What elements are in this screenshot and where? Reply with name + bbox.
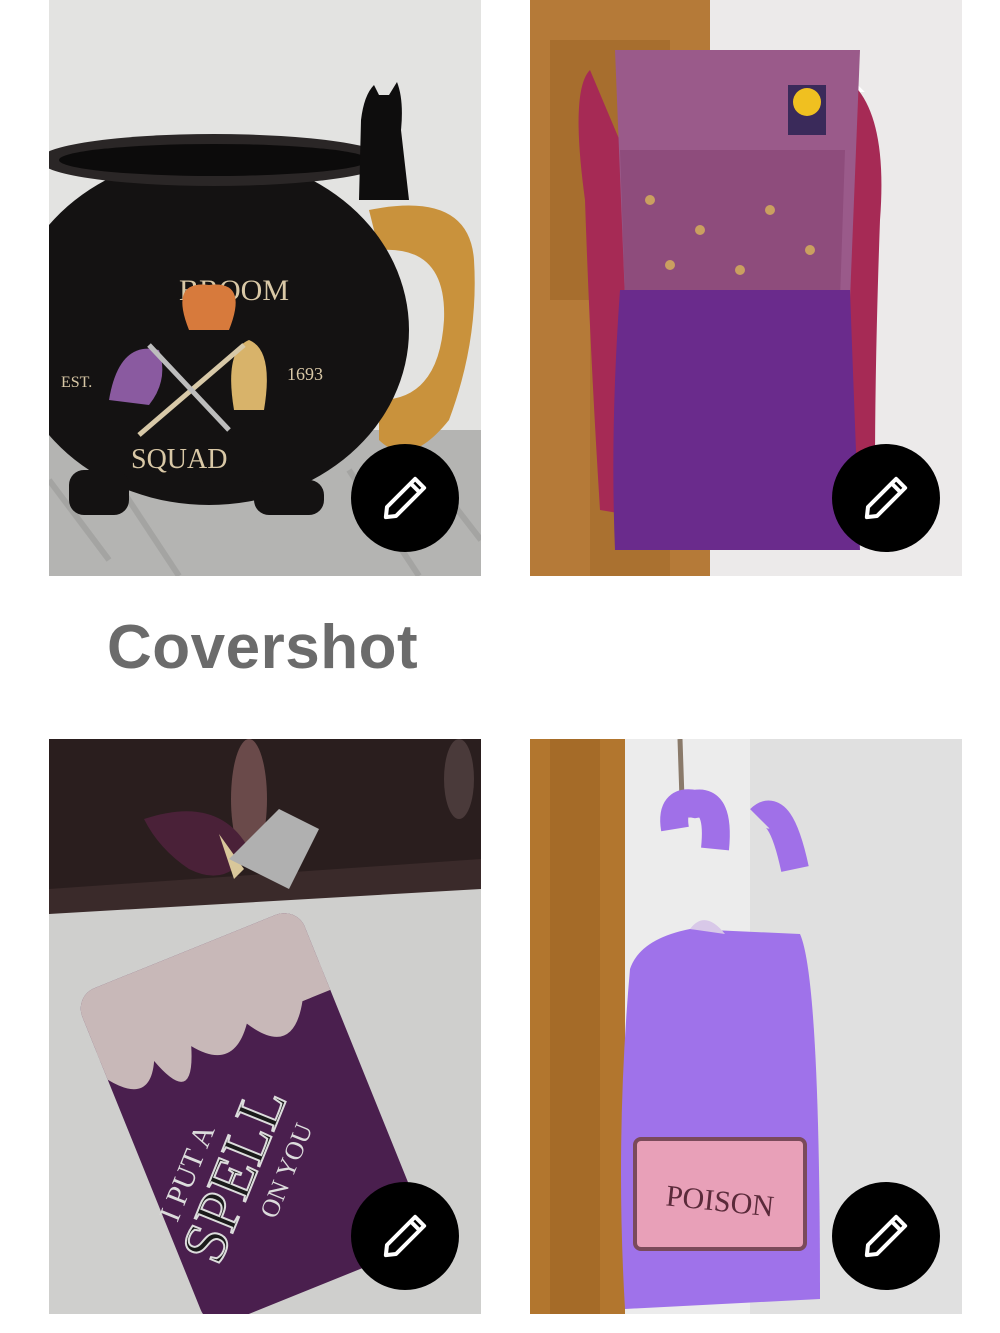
photo-tile-1[interactable]: BROOM SQUAD EST. 1693 bbox=[49, 0, 481, 576]
edit-button[interactable] bbox=[351, 444, 459, 552]
mug-text-est: EST. bbox=[61, 374, 92, 391]
photo-tile-3[interactable]: I PUT A SPELL ON YOU bbox=[49, 739, 481, 1314]
photo-tile-2[interactable] bbox=[530, 0, 962, 576]
section-title: Covershot bbox=[107, 613, 419, 682]
edit-button[interactable] bbox=[832, 444, 940, 552]
pencil-icon bbox=[864, 476, 908, 520]
mug-text-year: 1693 bbox=[287, 364, 323, 384]
pencil-icon bbox=[864, 1214, 908, 1258]
photo-tile-4[interactable]: POISON bbox=[530, 739, 962, 1314]
edit-button[interactable] bbox=[832, 1182, 940, 1290]
mug-text-squad: SQUAD bbox=[131, 444, 227, 475]
edit-button[interactable] bbox=[351, 1182, 459, 1290]
pencil-icon bbox=[383, 1214, 427, 1258]
pencil-icon bbox=[383, 476, 427, 520]
